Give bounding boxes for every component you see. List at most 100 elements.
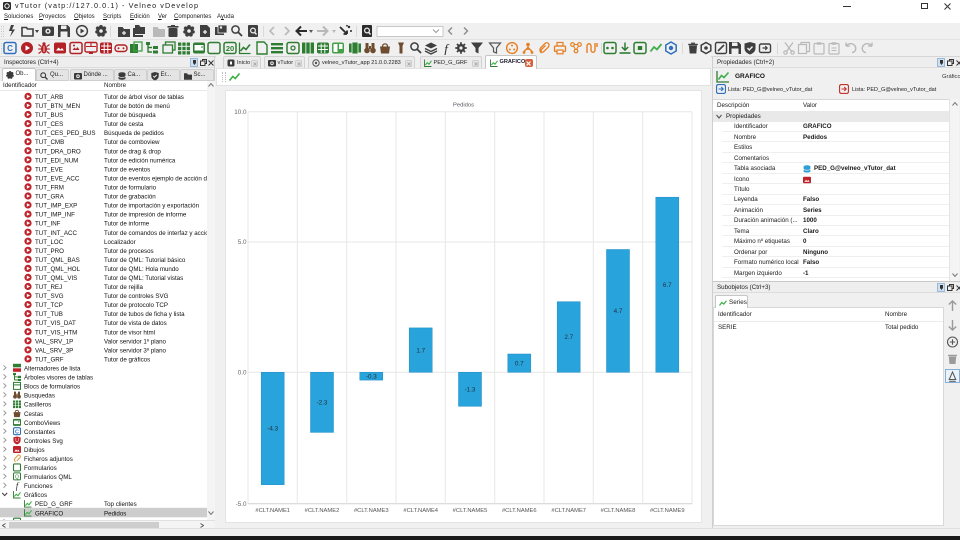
- svg-text:TUT_INF: TUT_INF: [35, 221, 61, 228]
- svg-text:TUT_SVG: TUT_SVG: [35, 293, 64, 300]
- svg-text:-2.3: -2.3: [317, 400, 328, 407]
- svg-text:TUT_LOC: TUT_LOC: [35, 239, 64, 246]
- svg-text:TUT_VIS_HTM: TUT_VIS_HTM: [35, 329, 77, 336]
- svg-text:Tutor de grabación: Tutor de grabación: [104, 194, 156, 201]
- svg-text:#CLT.NAME5: #CLT.NAME5: [453, 508, 488, 514]
- svg-text:Tutor de edición numérica: Tutor de edición numérica: [104, 157, 176, 164]
- svg-text:Tutor de vista de datos: Tutor de vista de datos: [104, 320, 167, 327]
- svg-text:TUT_CES_PED_BUS: TUT_CES_PED_BUS: [35, 130, 96, 137]
- svg-text:C: C: [7, 44, 13, 53]
- svg-text:Tutor de drag & drop: Tutor de drag & drop: [104, 148, 161, 155]
- svg-text:TUT_QML_HOL: TUT_QML_HOL: [35, 266, 81, 273]
- svg-text:Busquedas: Busquedas: [24, 393, 55, 400]
- svg-text:PED_G_GRF: PED_G_GRF: [35, 501, 73, 508]
- svg-text:Tutor de informe: Tutor de informe: [104, 221, 150, 228]
- svg-text:TUT_EVE_ACC: TUT_EVE_ACC: [35, 176, 80, 183]
- svg-text:#CLT.NAME7: #CLT.NAME7: [551, 508, 586, 514]
- svg-text:Tutor de botón de menú: Tutor de botón de menú: [104, 103, 170, 110]
- svg-text:Tutor de gráficos: Tutor de gráficos: [104, 357, 150, 364]
- svg-text:0.0: 0.0: [238, 370, 247, 377]
- svg-text:Cestas: Cestas: [24, 411, 43, 418]
- svg-text:Controles Svg: Controles Svg: [24, 438, 63, 445]
- svg-text:Tutor de árbol visor de tablas: Tutor de árbol visor de tablas: [104, 94, 184, 101]
- svg-text:Tutor de búsqueda: Tutor de búsqueda: [104, 112, 156, 119]
- svg-text:TUT_PRO: TUT_PRO: [35, 248, 64, 255]
- svg-text:20: 20: [226, 44, 234, 53]
- svg-text:Tutor de eventos: Tutor de eventos: [104, 166, 150, 173]
- svg-text:0.7: 0.7: [515, 360, 524, 367]
- svg-text:#CLT.NAME6: #CLT.NAME6: [502, 508, 537, 514]
- svg-text:-4.3: -4.3: [267, 426, 278, 433]
- svg-text:TUT_INT_ACC: TUT_INT_ACC: [35, 230, 77, 237]
- svg-text:#CLT.NAME2: #CLT.NAME2: [305, 508, 340, 514]
- svg-text:Ficheros adjuntos: Ficheros adjuntos: [24, 456, 73, 463]
- svg-text:Tutor de impresión de informe: Tutor de impresión de informe: [104, 212, 187, 219]
- svg-text:TUT_TCP: TUT_TCP: [35, 302, 63, 309]
- svg-text:-1.3: -1.3: [465, 387, 476, 394]
- svg-text:Formularios QML: Formularios QML: [24, 474, 72, 481]
- svg-text:TUT_GRF: TUT_GRF: [35, 357, 64, 364]
- svg-text:Constantes: Constantes: [24, 429, 55, 436]
- svg-text:VAL_SRV_3P: VAL_SRV_3P: [35, 347, 73, 354]
- svg-text:TUT_DRA_DRO: TUT_DRA_DRO: [35, 148, 81, 155]
- svg-text:TUT_CES: TUT_CES: [35, 121, 63, 128]
- svg-text:Tutor de protocolo TCP: Tutor de protocolo TCP: [104, 302, 168, 309]
- svg-text:-5.0: -5.0: [236, 501, 247, 508]
- svg-text:Tutor de eventos ejemplo de ac: Tutor de eventos ejemplo de acción dis: [104, 176, 207, 183]
- svg-text:TUT_QML_BAS: TUT_QML_BAS: [35, 257, 80, 264]
- svg-text:Blocs de formularios: Blocs de formularios: [24, 384, 80, 391]
- svg-text:TUT_ARB: TUT_ARB: [35, 94, 63, 101]
- svg-text:Casilleros: Casilleros: [24, 402, 51, 409]
- svg-text:1.7: 1.7: [416, 347, 425, 354]
- svg-text:TUT_QML_VIS: TUT_QML_VIS: [35, 275, 77, 282]
- svg-text:5.0: 5.0: [238, 239, 247, 246]
- svg-text:TUT_IMP_INF: TUT_IMP_INF: [35, 212, 75, 219]
- svg-text:TUT_EVE: TUT_EVE: [35, 166, 63, 173]
- svg-text:Tutor de QML: Hola mundo: Tutor de QML: Hola mundo: [104, 266, 179, 273]
- svg-text:TUT_EDI_NUM: TUT_EDI_NUM: [35, 157, 78, 164]
- svg-text:Valor servidor 1º plano: Valor servidor 1º plano: [104, 338, 167, 345]
- svg-text:TUT_REJ: TUT_REJ: [35, 284, 62, 291]
- svg-text:TUT_VIS_DAT: TUT_VIS_DAT: [35, 320, 76, 327]
- svg-text:f: f: [16, 481, 20, 491]
- svg-text:2.7: 2.7: [564, 334, 573, 341]
- svg-text:10.0: 10.0: [234, 109, 247, 116]
- svg-text:Búsqueda de pedidos: Búsqueda de pedidos: [104, 130, 164, 137]
- svg-text:TUT_IMP_EXP: TUT_IMP_EXP: [35, 203, 77, 210]
- svg-text:-0.3: -0.3: [366, 373, 377, 380]
- svg-text:Tutor de controles SVG: Tutor de controles SVG: [104, 293, 169, 300]
- svg-text:Tutor de QML: Tutorial básico: Tutor de QML: Tutorial básico: [104, 257, 186, 264]
- svg-text:Árboles visores de tablas: Árboles visores de tablas: [24, 375, 93, 382]
- svg-text:Tutor de visor html: Tutor de visor html: [104, 329, 155, 336]
- svg-text:Tutor de cesta: Tutor de cesta: [104, 121, 144, 128]
- svg-text:TUT_FRM: TUT_FRM: [35, 185, 64, 192]
- svg-text:VAL_SRV_1P: VAL_SRV_1P: [35, 338, 73, 345]
- svg-text:Top clientes: Top clientes: [104, 501, 137, 508]
- svg-text:Tutor de importación y exporta: Tutor de importación y exportación: [104, 203, 200, 210]
- svg-text:ComboViews: ComboViews: [24, 420, 60, 427]
- svg-text:6.7: 6.7: [663, 282, 672, 289]
- svg-text:Pedidos: Pedidos: [453, 103, 474, 109]
- svg-text:#CLT.NAME8: #CLT.NAME8: [601, 508, 636, 514]
- svg-text:Dibujos: Dibujos: [24, 447, 45, 454]
- svg-text:4.7: 4.7: [614, 308, 623, 315]
- svg-text:Tutor de comboview: Tutor de comboview: [104, 139, 160, 146]
- svg-text:TUT_CMB: TUT_CMB: [35, 139, 64, 146]
- svg-text:#CLT.NAME9: #CLT.NAME9: [650, 508, 685, 514]
- svg-text:#CLT.NAME3: #CLT.NAME3: [354, 508, 389, 514]
- svg-text:TUT_BUS: TUT_BUS: [35, 112, 63, 119]
- svg-text:TUT_GRA: TUT_GRA: [35, 194, 65, 201]
- svg-text:Tutor de formulario: Tutor de formulario: [104, 185, 157, 192]
- svg-text:Localizador: Localizador: [104, 239, 136, 246]
- svg-text:Formularios: Formularios: [24, 465, 57, 472]
- svg-text:C: C: [15, 430, 19, 436]
- svg-text:Tutor de rejilla: Tutor de rejilla: [104, 284, 144, 291]
- svg-text:Tutor de comandos de interfaz: Tutor de comandos de interfaz y accion: [104, 230, 207, 237]
- svg-text:#CLT.NAME4: #CLT.NAME4: [403, 508, 438, 514]
- svg-text:GRAFICO: GRAFICO: [35, 510, 63, 517]
- svg-text:Alternadores de lista: Alternadores de lista: [24, 366, 81, 373]
- svg-text:TUT_BTN_MEN: TUT_BTN_MEN: [35, 103, 80, 110]
- svg-text:Valor servidor 3º plano: Valor servidor 3º plano: [104, 347, 167, 354]
- svg-text:Tutor de QML: Tutorial vistas: Tutor de QML: Tutorial vistas: [104, 275, 183, 282]
- svg-text:Gráficos: Gráficos: [24, 492, 47, 499]
